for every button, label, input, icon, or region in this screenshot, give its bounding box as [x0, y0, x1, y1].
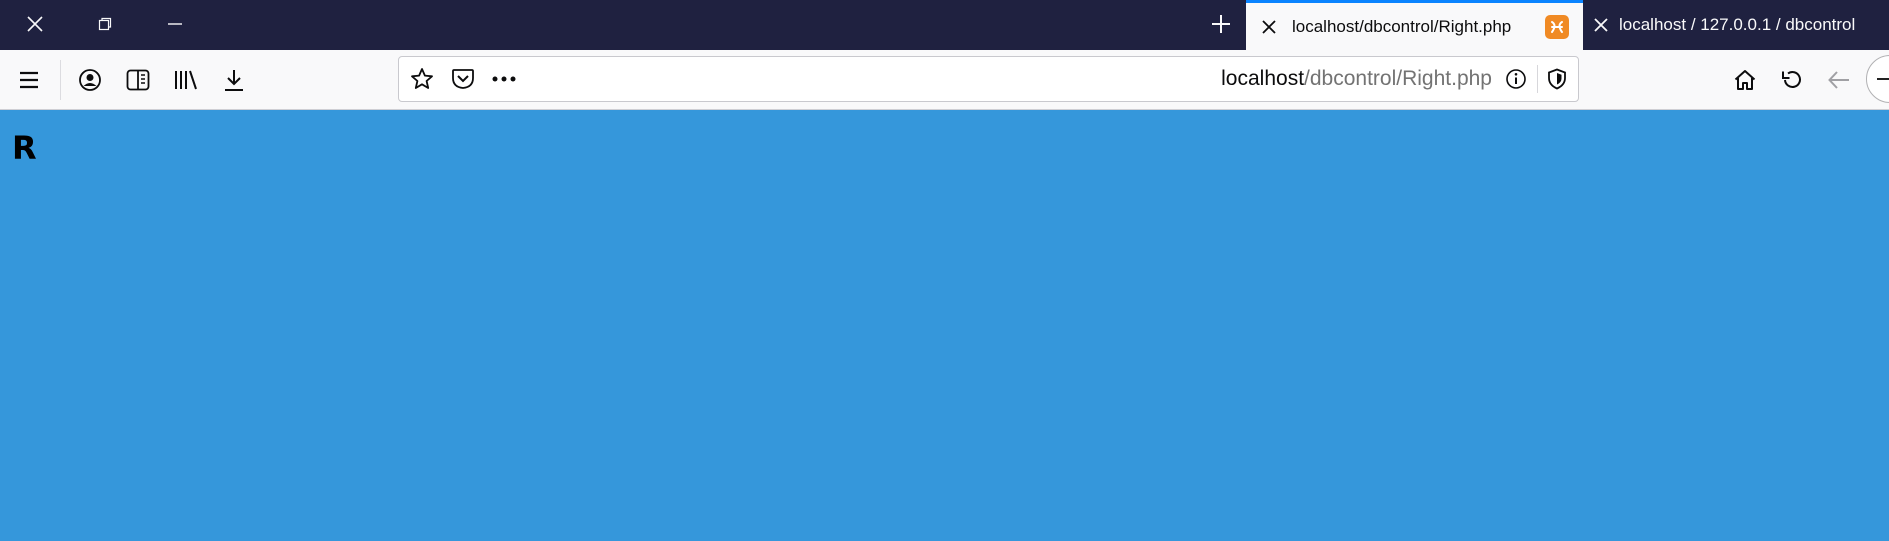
- sidebar-icon: [126, 69, 150, 91]
- minimize-icon: [168, 23, 182, 25]
- page-actions-icon: [492, 76, 516, 82]
- library-icon: [175, 70, 197, 90]
- account-icon: [79, 69, 101, 91]
- reload-icon: [1782, 71, 1801, 89]
- library-button[interactable]: [166, 60, 206, 100]
- close-icon: [27, 16, 43, 32]
- downloads-button[interactable]: [214, 60, 254, 100]
- page-content: R: [0, 110, 1889, 541]
- account-button[interactable]: [70, 60, 110, 100]
- nav-toolbar: localhost/dbcontrol/Right.php: [0, 50, 1889, 110]
- bookmark-button[interactable]: [402, 59, 442, 99]
- menu-button[interactable]: [9, 60, 49, 100]
- reload-button[interactable]: [1772, 60, 1812, 100]
- home-icon: [1734, 70, 1756, 90]
- url-host: localhost: [1221, 67, 1305, 90]
- plus-icon: [1212, 15, 1230, 33]
- close-icon: [1262, 19, 1276, 34]
- window-close-button[interactable]: [0, 0, 70, 48]
- bookmark-star-icon: [411, 68, 433, 89]
- new-tab-button[interactable]: [1196, 0, 1246, 48]
- page-heading: R: [12, 129, 37, 167]
- back-icon: [1828, 71, 1849, 89]
- pocket-button[interactable]: [443, 59, 483, 99]
- pocket-icon: [452, 69, 474, 89]
- toolbar-separator: [60, 60, 61, 100]
- back-button[interactable]: [1819, 60, 1859, 100]
- xampp-icon: [1545, 14, 1569, 39]
- download-icon: [225, 70, 243, 91]
- tab-close-button[interactable]: [1246, 3, 1292, 50]
- url-bar[interactable]: localhost/dbcontrol/Right.php: [398, 56, 1579, 102]
- tab-close-button[interactable]: [1583, 0, 1619, 50]
- page-actions-button[interactable]: [484, 59, 524, 99]
- url-path: /dbcontrol/Right.php: [1304, 67, 1492, 90]
- menu-icon: [20, 71, 38, 89]
- home-button[interactable]: [1725, 60, 1765, 100]
- tracking-protection-icon: [1548, 68, 1566, 90]
- info-icon: [1506, 69, 1526, 89]
- url-text[interactable]: localhost/dbcontrol/Right.php: [1221, 57, 1492, 101]
- sidebar-button[interactable]: [118, 60, 158, 100]
- tab-inactive[interactable]: localhost / 127.0.0.1 / dbcontrol: [1583, 0, 1889, 50]
- tab-title: localhost/dbcontrol/Right.php: [1292, 16, 1512, 36]
- restore-icon: [98, 17, 112, 31]
- window-minimize-button[interactable]: [140, 0, 210, 48]
- tab-title: localhost / 127.0.0.1 / dbcontrol: [1619, 15, 1856, 34]
- zoom-out-button[interactable]: [1866, 55, 1889, 103]
- tab-active[interactable]: localhost/dbcontrol/Right.php: [1246, 0, 1583, 50]
- site-info-button[interactable]: [1496, 59, 1536, 99]
- close-icon: [1594, 18, 1608, 32]
- window-restore-button[interactable]: [70, 0, 140, 48]
- title-bar: localhost/dbcontrol/Right.php localhost …: [0, 0, 1889, 50]
- tracking-protection-button[interactable]: [1537, 59, 1577, 99]
